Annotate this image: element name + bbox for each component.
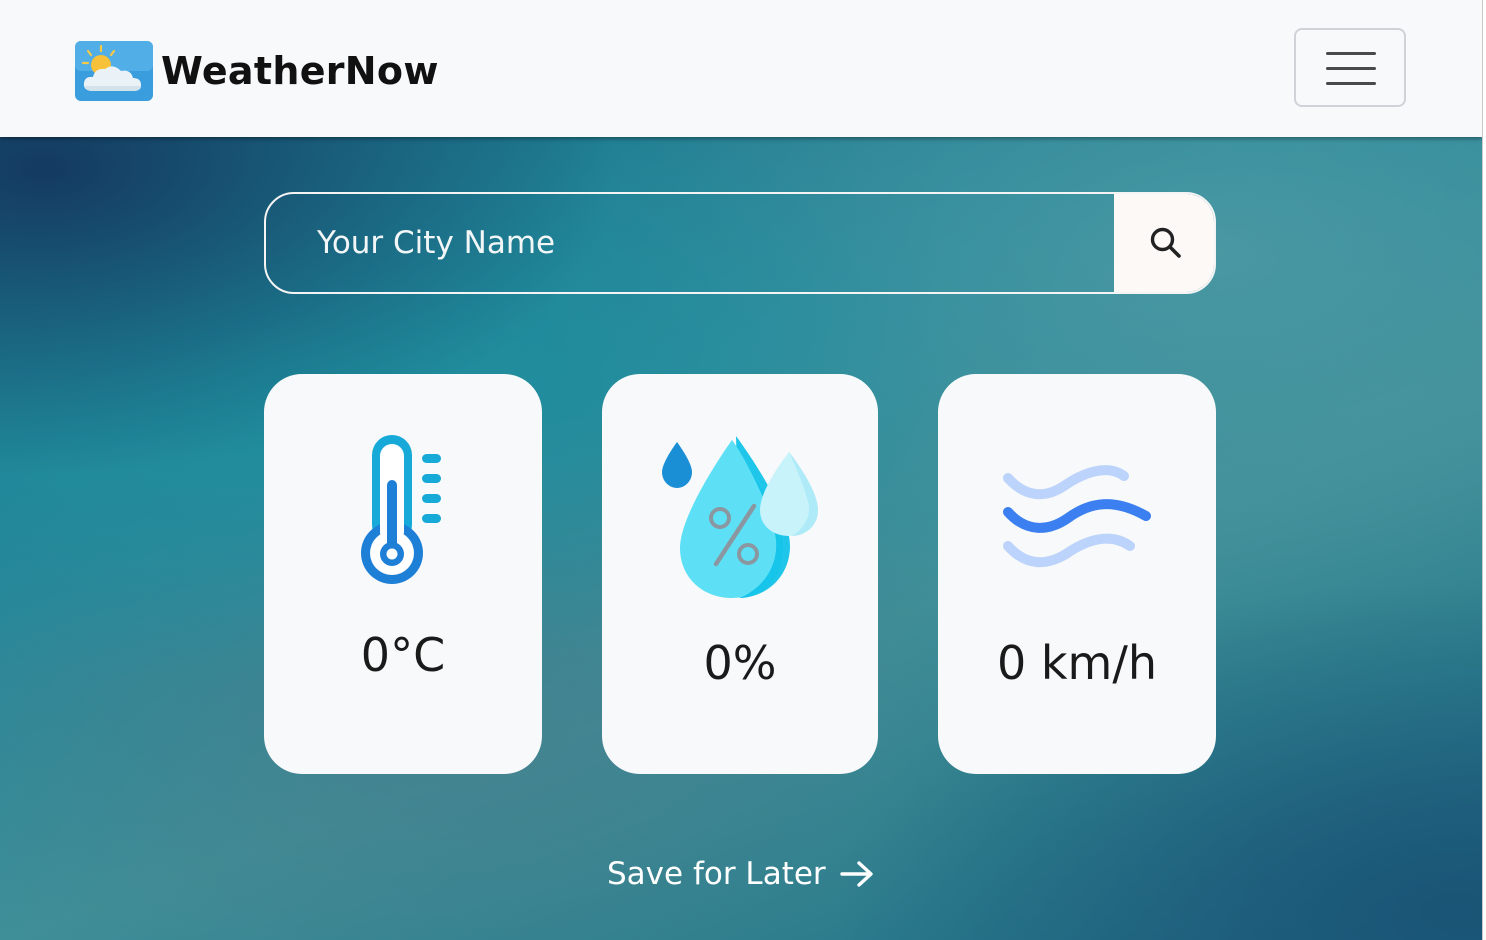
weather-page: WeatherNow Your City Name 0°C 0% 0 km/h …: [0, 0, 1482, 940]
partly-cloudy-sun-icon: [75, 41, 153, 101]
arrow-right-icon: [839, 861, 873, 887]
city-search-input[interactable]: [266, 194, 1114, 292]
wind-speed-value: 0 km/h: [997, 636, 1157, 690]
wind-waves-icon: [1003, 465, 1151, 568]
temperature-card: 0°C: [264, 374, 542, 774]
temperature-value: 0°C: [360, 628, 446, 682]
navbar: WeatherNow: [0, 0, 1482, 137]
save-for-later-link[interactable]: Save for Later: [607, 856, 874, 892]
window-edge: [1482, 0, 1486, 940]
brand-link[interactable]: WeatherNow: [75, 41, 439, 101]
search-icon: [1150, 227, 1181, 258]
thermometer-icon: [361, 435, 441, 584]
menu-toggle-button[interactable]: [1294, 28, 1406, 107]
city-search-form: [264, 192, 1216, 294]
humidity-value: 0%: [703, 636, 777, 690]
humidity-drops-icon: [662, 436, 818, 598]
search-button[interactable]: [1114, 194, 1214, 292]
humidity-card: 0%: [602, 374, 878, 774]
wind-card: 0 km/h: [938, 374, 1216, 774]
save-for-later-label: Save for Later: [607, 856, 826, 892]
brand-name: WeatherNow: [161, 49, 439, 93]
